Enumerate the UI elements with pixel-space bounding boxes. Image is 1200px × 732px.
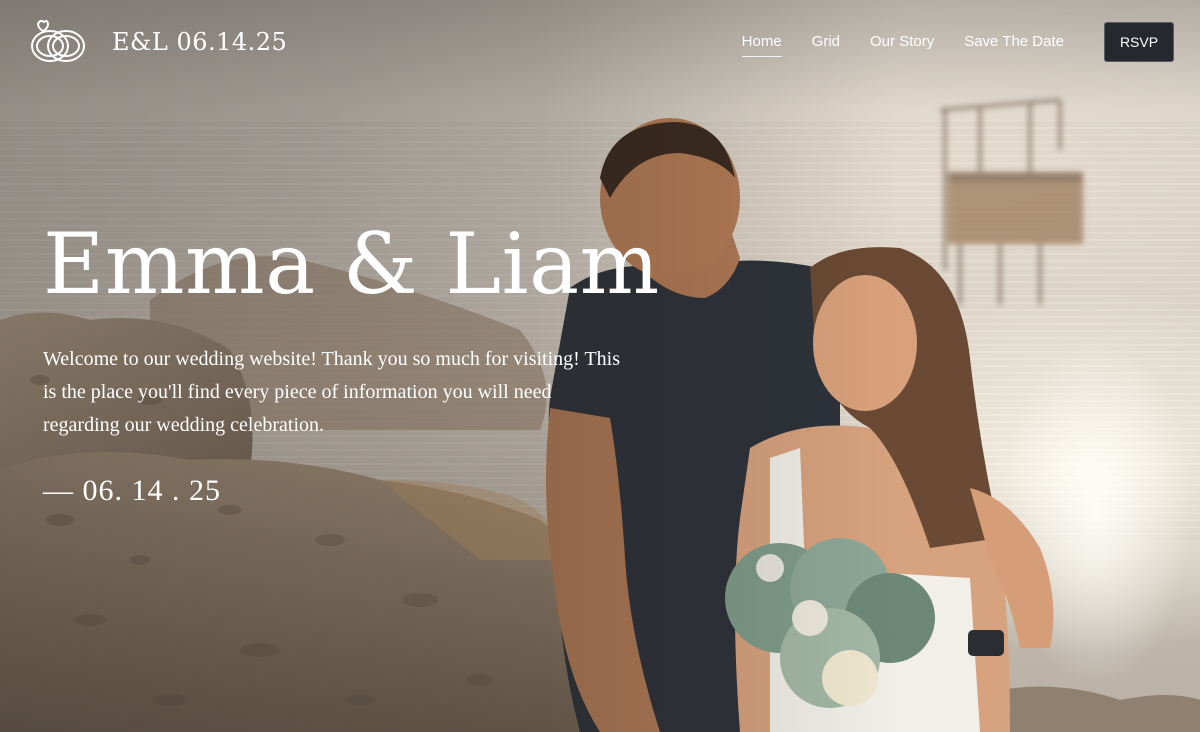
nav-link-save-the-date[interactable]: Save The Date — [964, 33, 1064, 57]
wedding-date: — 06. 14 . 25 — [43, 474, 221, 507]
nav-link-home[interactable]: Home — [741, 33, 782, 57]
site-header: E&L 06.14.25 Home Grid Our Story Save Th… — [0, 0, 1200, 86]
linked-rings-logo-icon[interactable] — [26, 16, 92, 68]
nav-link-our-story[interactable]: Our Story — [870, 33, 934, 57]
site-brand-title[interactable]: E&L 06.14.25 — [112, 28, 287, 56]
hero-section: E&L 06.14.25 Home Grid Our Story Save Th… — [0, 0, 1200, 732]
couple-names-heading: Emma & Liam — [43, 215, 660, 313]
main-navigation: Home Grid Our Story Save The Date — [741, 33, 1064, 57]
nav-link-grid[interactable]: Grid — [812, 33, 840, 57]
welcome-message: Welcome to our wedding website! Thank yo… — [43, 348, 621, 436]
rsvp-button[interactable]: RSVP — [1104, 22, 1174, 62]
